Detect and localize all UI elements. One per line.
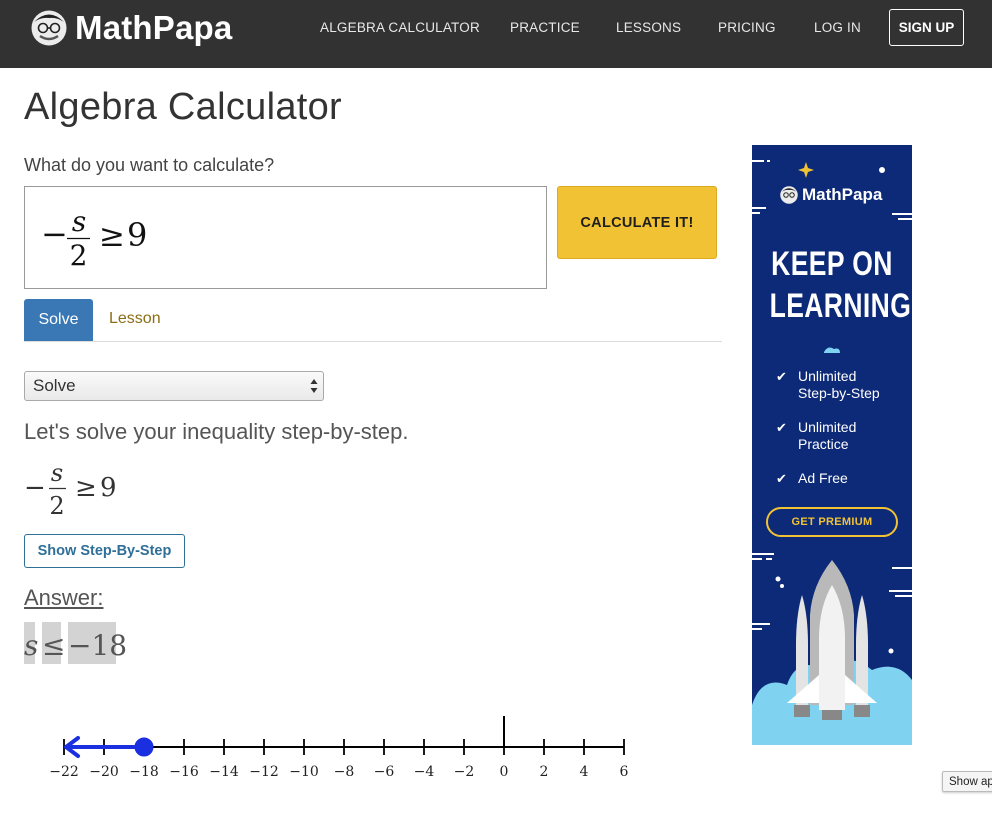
nav-algebra-calculator[interactable]: ALGEBRA CALCULATOR xyxy=(320,20,480,35)
ad-headline-line1: KEEP ON xyxy=(771,245,893,283)
expression-render: − s 2 ≥ 9 xyxy=(41,205,147,272)
ad-logo-icon xyxy=(780,186,798,204)
check-icon: ✔ xyxy=(776,369,787,384)
nav-log-in[interactable]: LOG IN xyxy=(814,20,861,35)
number-line-tick-label: −22 xyxy=(49,764,79,780)
number-line-tick-label: 0 xyxy=(500,764,509,780)
nav-lessons[interactable]: LESSONS xyxy=(616,20,681,35)
answer-label: Answer: xyxy=(24,585,104,610)
premium-ad-banner[interactable]: MathPapa KEEP ON LEARNING! ✔ Unlimited St… xyxy=(752,145,912,745)
math-expression-input[interactable]: − s 2 ≥ 9 xyxy=(24,186,547,289)
number-line-tick-label: −14 xyxy=(209,764,239,780)
check-icon: ✔ xyxy=(776,471,787,486)
problem-rhs: 9 xyxy=(100,473,117,503)
ad-brand: MathPapa xyxy=(779,185,882,205)
select-arrows-icon xyxy=(310,379,318,393)
tab-lesson[interactable]: Lesson xyxy=(109,310,161,328)
problem-minus: − xyxy=(24,473,46,503)
number-line-tick-label: −12 xyxy=(249,764,279,780)
get-premium-button[interactable]: GET PREMIUM xyxy=(766,507,898,537)
number-line-tick-label: −18 xyxy=(129,764,159,780)
input-rhs: 9 xyxy=(127,216,147,254)
solution-endpoint xyxy=(134,737,154,757)
number-line-tick-label: −6 xyxy=(374,764,395,780)
calculate-button[interactable]: CALCULATE IT! xyxy=(557,186,717,259)
mathpapa-logo-icon xyxy=(31,10,67,46)
answer-relation: ≤ xyxy=(42,629,65,662)
nav-practice[interactable]: PRACTICE xyxy=(510,20,580,35)
tab-solve[interactable]: Solve xyxy=(24,299,93,341)
number-line-tick-label: 6 xyxy=(620,764,629,780)
number-line-tick-label: −20 xyxy=(89,764,119,780)
check-icon: ✔ xyxy=(776,420,787,435)
solve-intro-text: Let's solve your inequality step-by-step… xyxy=(24,419,409,444)
number-line-tick-label: −8 xyxy=(334,764,355,780)
ad-feature-line: Ad Free xyxy=(798,470,848,486)
ad-feature-item: ✔ Unlimited Step-by-Step xyxy=(776,368,880,402)
ad-brand-name: MathPapa xyxy=(802,185,883,204)
number-line-tick-label: −10 xyxy=(289,764,319,780)
ad-feature-line: Unlimited xyxy=(798,368,857,384)
problem-denominator: 2 xyxy=(49,492,64,520)
problem-numerator: s xyxy=(51,459,63,487)
input-minus: − xyxy=(41,215,68,253)
ad-feature-item: ✔ Ad Free xyxy=(776,470,848,487)
nav-pricing[interactable]: PRICING xyxy=(718,20,776,35)
answer-value: −18 xyxy=(68,629,127,662)
mode-select[interactable]: Solve xyxy=(24,371,324,401)
brand-name: MathPapa xyxy=(75,9,233,46)
ad-feature-line: Practice xyxy=(798,436,849,452)
ad-feature-line: Step-by-Step xyxy=(798,385,880,401)
answer-expression: s ≤ −18 xyxy=(24,629,127,662)
top-navigation-bar: MathPapa ALGEBRA CALCULATOR PRACTICE LES… xyxy=(0,0,992,68)
page-title: Algebra Calculator xyxy=(24,86,343,128)
number-line-tick-label: −4 xyxy=(414,764,435,780)
tab-divider xyxy=(24,341,722,342)
number-line-tick-label: 4 xyxy=(580,764,589,780)
input-numerator: s xyxy=(72,205,86,238)
ad-feature-item: ✔ Unlimited Practice xyxy=(776,419,856,453)
problem-expression: − s 2 ≥ 9 xyxy=(24,459,117,520)
input-denominator: 2 xyxy=(70,239,88,272)
ad-headline-line2: LEARNING! xyxy=(769,287,912,325)
show-app-button[interactable]: Show ap xyxy=(942,771,992,792)
answer-variable: s xyxy=(24,629,38,662)
number-line-tick-label: 2 xyxy=(540,764,549,780)
problem-relation: ≥ xyxy=(75,473,97,503)
input-relation: ≥ xyxy=(99,218,125,254)
calculate-prompt: What do you want to calculate? xyxy=(24,155,275,175)
ad-feature-line: Unlimited xyxy=(798,419,857,435)
number-line: −22 −20 −18 −16 −14 −12 −10 −8 −6 −4 −2 0 2 4 6 xyxy=(49,716,629,780)
number-line-tick-label: −2 xyxy=(454,764,475,780)
mode-select-value: Solve xyxy=(33,376,76,395)
show-step-by-step-button[interactable]: Show Step-By-Step xyxy=(24,534,185,568)
logo[interactable]: MathPapa xyxy=(29,9,232,47)
number-line-tick-label: −16 xyxy=(169,764,199,780)
sign-up-button[interactable]: SIGN UP xyxy=(889,9,964,46)
